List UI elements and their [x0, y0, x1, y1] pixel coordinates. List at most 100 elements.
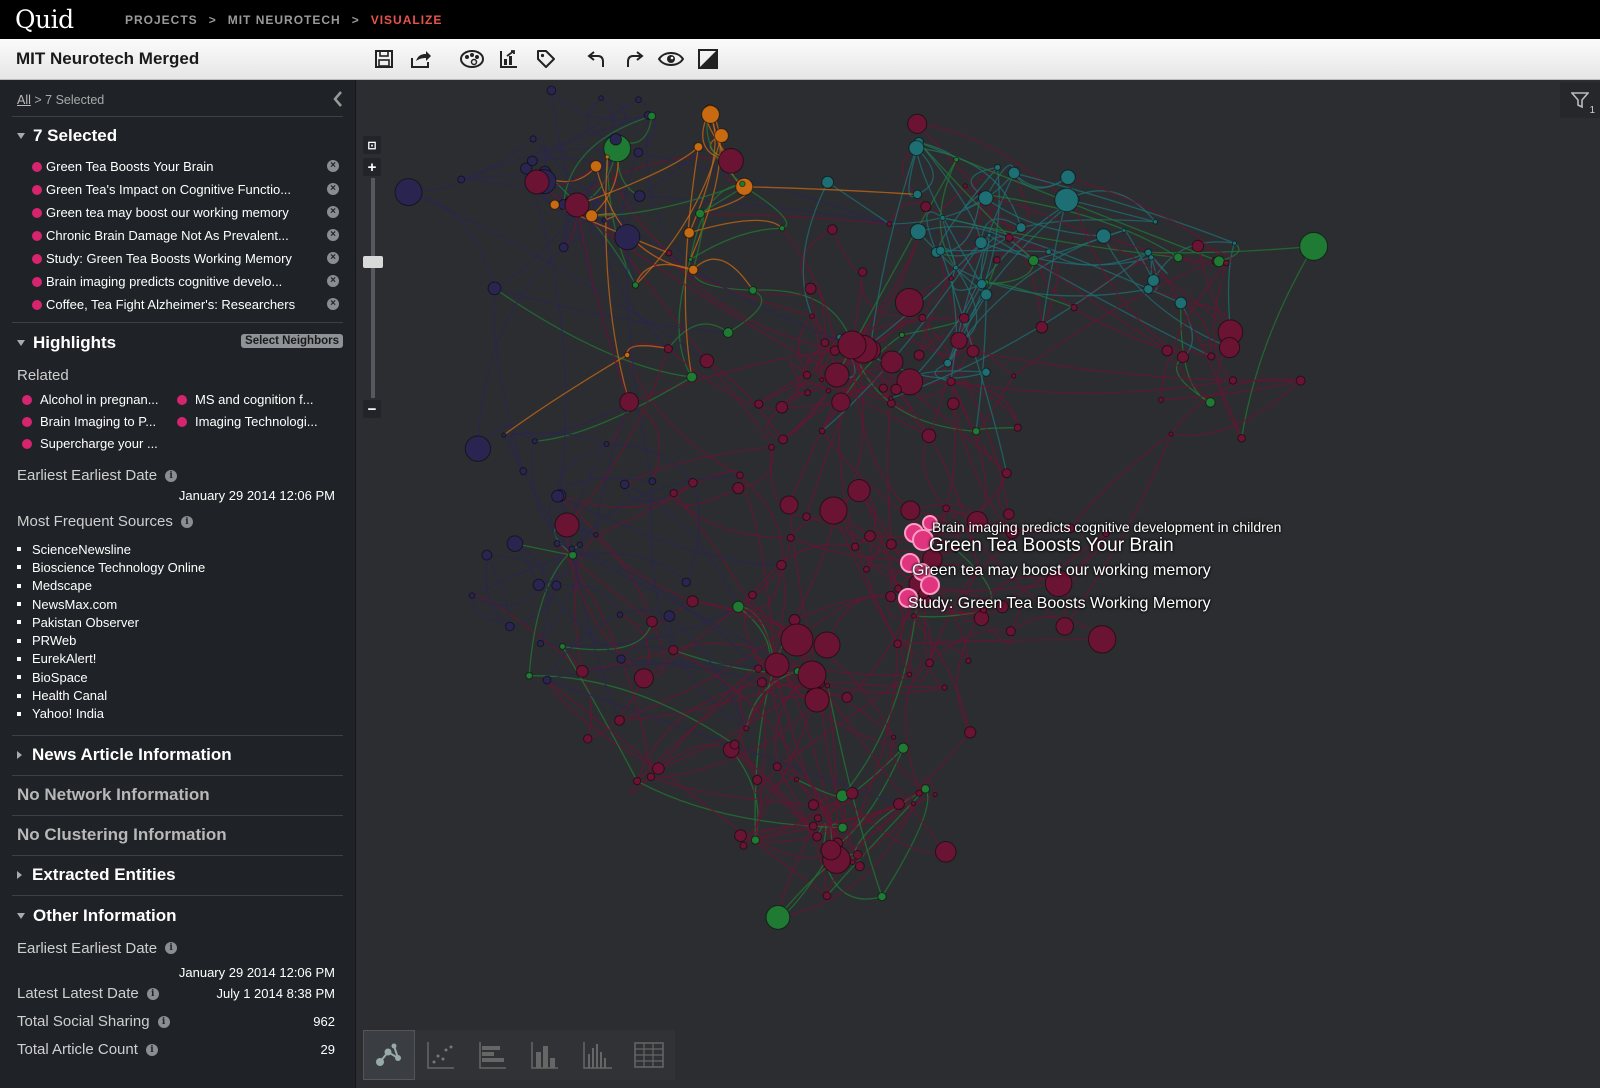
network-node[interactable] [779, 495, 799, 515]
network-node[interactable] [854, 861, 865, 872]
network-node[interactable] [950, 331, 968, 350]
network-node[interactable] [1013, 423, 1022, 432]
network-node[interactable] [813, 814, 822, 823]
node-label[interactable]: Study: Green Tea Boosts Working Memory [908, 595, 1211, 613]
info-icon[interactable]: i [165, 469, 178, 482]
quid-logo[interactable]: Quid [15, 5, 115, 34]
remove-icon[interactable]: × [327, 298, 339, 310]
export-icon[interactable] [408, 46, 434, 72]
network-node[interactable] [818, 427, 826, 435]
network-node[interactable] [920, 201, 932, 213]
collapse-sidebar-icon[interactable] [333, 90, 343, 108]
network-node[interactable] [616, 611, 624, 618]
network-node[interactable] [942, 504, 950, 513]
eye-icon[interactable] [658, 46, 684, 72]
network-node[interactable] [701, 105, 720, 124]
network-node[interactable] [695, 208, 706, 219]
network-node[interactable] [647, 111, 657, 121]
network-node[interactable] [718, 147, 744, 174]
network-node[interactable] [880, 350, 904, 374]
zoom-out-icon[interactable]: − [363, 400, 381, 418]
network-node[interactable] [614, 224, 641, 251]
network-node[interactable] [824, 362, 850, 388]
extracted-entities-section-header[interactable]: Extracted Entities [12, 856, 343, 896]
remove-icon[interactable]: × [327, 229, 339, 241]
network-node[interactable] [837, 330, 867, 360]
network-node[interactable] [885, 538, 897, 550]
network-node[interactable] [669, 488, 678, 498]
network-node[interactable] [1228, 376, 1238, 385]
info-icon[interactable]: i [157, 1015, 170, 1028]
network-node[interactable] [994, 163, 1002, 171]
network-node[interactable] [743, 725, 750, 732]
network-node[interactable] [953, 156, 960, 163]
network-node[interactable] [912, 189, 923, 200]
network-node[interactable] [576, 541, 583, 548]
network-node[interactable] [819, 377, 825, 383]
network-node[interactable] [686, 371, 698, 383]
network-node[interactable] [825, 387, 832, 394]
network-node[interactable] [739, 180, 746, 188]
network-node[interactable] [589, 160, 603, 173]
network-node[interactable] [822, 891, 832, 901]
network-node[interactable] [819, 496, 848, 525]
network-node[interactable] [729, 739, 740, 750]
palette-icon[interactable] [459, 46, 485, 72]
network-node[interactable] [604, 154, 610, 160]
network-node[interactable] [1174, 296, 1188, 310]
network-node[interactable] [775, 400, 789, 414]
network-node[interactable] [748, 286, 758, 295]
network-node[interactable] [972, 427, 981, 436]
network-node[interactable] [850, 542, 860, 552]
network-node[interactable] [1191, 239, 1205, 253]
network-node[interactable] [686, 595, 699, 608]
network-node[interactable] [877, 892, 887, 902]
remove-icon[interactable]: × [327, 275, 339, 287]
network-node[interactable] [750, 835, 760, 845]
network-node[interactable] [633, 147, 644, 158]
bar-chart-view-icon[interactable] [519, 1030, 571, 1080]
network-node[interactable] [849, 859, 856, 866]
network-node[interactable] [864, 530, 876, 542]
network-node[interactable] [1007, 166, 1021, 180]
network-node[interactable] [812, 831, 822, 842]
network-node[interactable] [804, 687, 830, 713]
network-node[interactable] [652, 762, 665, 775]
select-neighbors-button[interactable]: Select Neighbors [241, 334, 343, 348]
network-node[interactable] [973, 610, 990, 627]
network-node[interactable] [1015, 222, 1027, 233]
network-node[interactable] [913, 349, 925, 361]
network-node[interactable] [558, 242, 569, 253]
network-node[interactable] [890, 734, 897, 740]
network-node[interactable] [722, 327, 734, 338]
network-node[interactable] [1054, 187, 1079, 213]
network-node[interactable] [1001, 468, 1012, 479]
network-node[interactable] [531, 438, 538, 445]
network-node[interactable] [765, 905, 791, 930]
zoom-slider-track[interactable] [363, 178, 383, 398]
remove-icon[interactable]: × [327, 252, 339, 264]
network-node[interactable] [981, 367, 991, 377]
network-node[interactable] [551, 580, 562, 591]
network-node[interactable] [525, 671, 533, 680]
network-node[interactable] [1158, 396, 1164, 403]
network-node[interactable] [688, 264, 699, 275]
table-view-icon[interactable] [623, 1030, 675, 1080]
network-node[interactable] [501, 432, 507, 438]
network-node[interactable] [946, 397, 960, 411]
network-node[interactable] [1237, 433, 1246, 443]
network-node[interactable] [965, 657, 972, 664]
network-node[interactable] [820, 338, 830, 347]
network-node[interactable] [894, 288, 924, 317]
chart-export-icon[interactable] [496, 46, 522, 72]
network-node[interactable] [1148, 254, 1155, 261]
network-node[interactable] [952, 264, 959, 271]
network-node[interactable] [609, 133, 622, 146]
network-node[interactable] [1011, 373, 1017, 379]
network-node[interactable] [786, 533, 795, 542]
network-node[interactable] [551, 489, 564, 503]
network-node[interactable] [878, 383, 888, 393]
network-node[interactable] [837, 822, 848, 833]
network-node[interactable] [1222, 259, 1230, 267]
network-node[interactable] [974, 236, 988, 250]
